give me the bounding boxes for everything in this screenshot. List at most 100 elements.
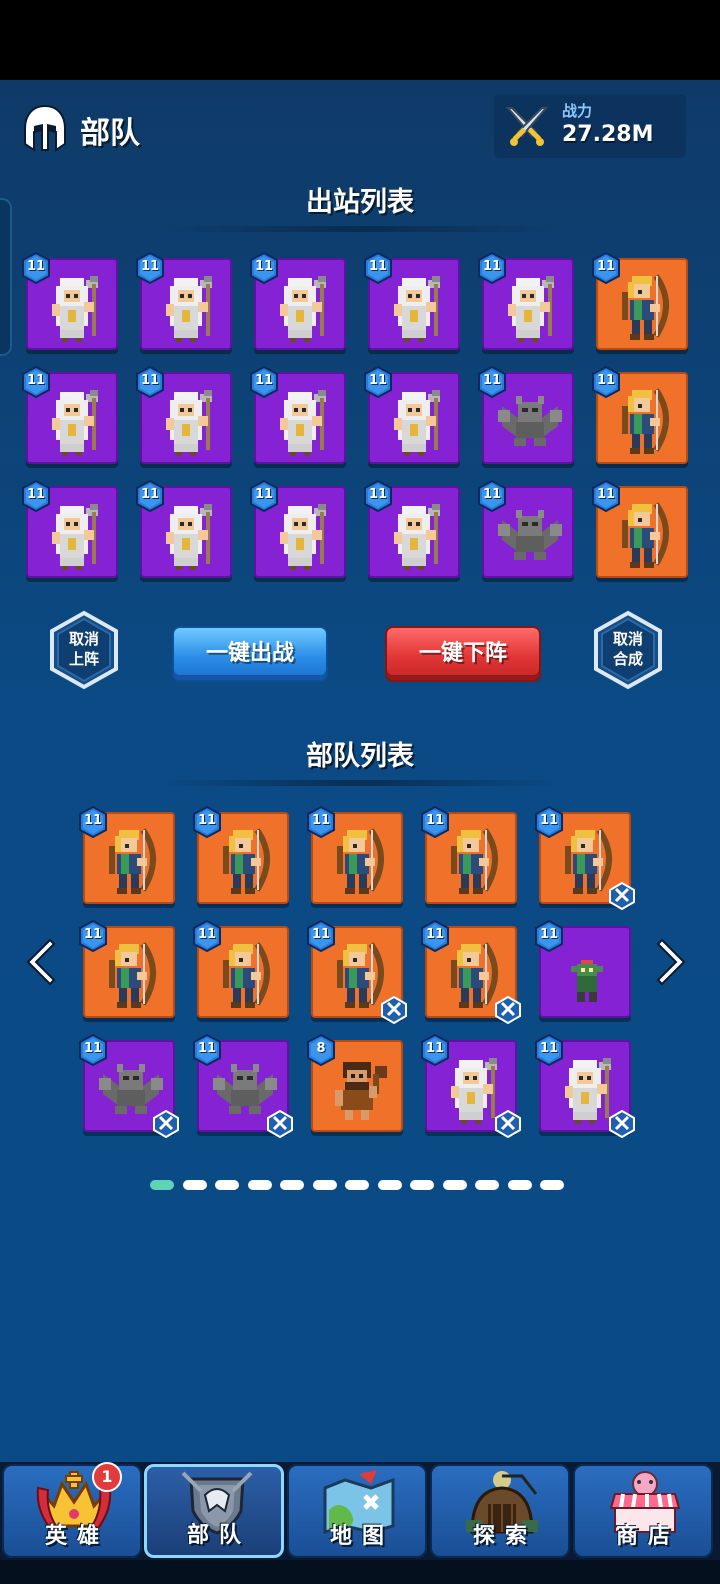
level-value: 11 — [197, 1041, 217, 1056]
level-badge: 11 — [307, 806, 335, 838]
deploy-unit-card[interactable]: 11 — [592, 252, 688, 350]
cancel-deploy-line2: 上阵 — [68, 650, 99, 668]
priest-icon — [52, 504, 98, 570]
deploy-unit-card[interactable]: 11 — [22, 252, 118, 350]
level-badge: 11 — [478, 366, 506, 398]
page-dot[interactable] — [182, 1180, 207, 1190]
army-unit-card[interactable]: 11 — [421, 806, 517, 904]
cancel-merge-line2: 合成 — [612, 650, 643, 668]
level-value: 11 — [26, 487, 46, 502]
priest-icon — [166, 390, 212, 456]
army-unit-card[interactable]: 11 — [193, 806, 289, 904]
level-value: 11 — [197, 927, 217, 942]
page-dot[interactable] — [215, 1180, 239, 1190]
page-dot[interactable] — [312, 1180, 337, 1190]
priest-icon — [394, 276, 440, 342]
deploy-unit-card[interactable]: 11 — [22, 480, 118, 578]
level-value: 11 — [368, 259, 388, 274]
page-dot[interactable] — [377, 1180, 402, 1190]
deploy-unit-card[interactable]: 11 — [250, 366, 346, 464]
nav-map-label: 地图 — [329, 1524, 394, 1549]
deploy-all-button[interactable]: 一键出战 — [172, 626, 328, 682]
deploy-unit-card[interactable]: 11 — [136, 366, 232, 464]
undeploy-all-button[interactable]: 一键下阵 — [385, 626, 541, 682]
level-value: 11 — [26, 373, 46, 388]
page-dot[interactable] — [150, 1180, 174, 1190]
deploy-unit-card[interactable]: 11 — [592, 480, 688, 578]
combat-power-label: 战力 — [562, 102, 593, 120]
level-badge: 11 — [22, 366, 50, 398]
level-value: 11 — [539, 1041, 559, 1056]
archer-icon — [622, 388, 669, 454]
deploy-unit-card[interactable]: 11 — [136, 252, 232, 350]
army-list-title: 部队列表 — [306, 741, 414, 772]
cancel-merge-line1: 取消 — [612, 630, 643, 648]
army-unit-card[interactable]: 11 — [535, 806, 635, 910]
priest-icon — [52, 276, 98, 342]
army-unit-card[interactable]: 11 — [193, 1034, 293, 1138]
deploy-unit-card[interactable]: 11 — [478, 366, 574, 464]
page-dot[interactable] — [507, 1180, 532, 1190]
page-dot[interactable] — [442, 1180, 467, 1190]
level-badge: 11 — [535, 1034, 563, 1066]
deploy-unit-card[interactable]: 11 — [22, 366, 118, 464]
army-unit-card[interactable]: 11 — [421, 1034, 521, 1138]
priest-icon — [52, 390, 98, 456]
level-badge: 11 — [364, 366, 392, 398]
level-badge: 11 — [79, 806, 107, 838]
deploy-unit-card[interactable]: 11 — [250, 480, 346, 578]
archer-icon — [451, 828, 498, 894]
deploy-unit-card[interactable]: 11 — [592, 366, 688, 464]
level-badge: 11 — [535, 920, 563, 952]
level-badge: 11 — [193, 1034, 221, 1066]
army-unit-card[interactable]: 11 — [79, 806, 175, 904]
prev-page-arrow-icon[interactable] — [22, 936, 56, 988]
level-badge: 11 — [22, 480, 50, 512]
nav-army-tab[interactable]: 部队 — [144, 1464, 284, 1558]
deploy-unit-card[interactable]: 11 — [478, 480, 574, 578]
page-dot[interactable] — [540, 1180, 564, 1190]
nav-map-tab[interactable]: 地图 — [287, 1464, 427, 1558]
side-drawer-tab[interactable] — [0, 198, 12, 356]
deploy-unit-card[interactable]: 11 — [478, 252, 574, 350]
page-dot[interactable] — [410, 1180, 434, 1190]
priest-icon — [394, 504, 440, 570]
army-unit-card[interactable]: 11 — [535, 1034, 635, 1138]
system-nav-strip — [0, 1560, 720, 1584]
cancel-merge-button[interactable]: 取消 合成 — [592, 610, 664, 690]
deploy-unit-card[interactable]: 11 — [250, 252, 346, 350]
nav-shop-tab[interactable]: 商店 — [573, 1464, 713, 1558]
nav-explore-tab[interactable]: 探索 — [430, 1464, 570, 1558]
level-value: 11 — [83, 813, 103, 828]
army-unit-card[interactable]: 8 — [307, 1034, 403, 1132]
priest-icon — [280, 504, 326, 570]
level-value: 11 — [311, 813, 331, 828]
next-page-arrow-icon[interactable] — [656, 936, 690, 988]
level-value: 11 — [596, 259, 616, 274]
page-dot[interactable] — [280, 1180, 304, 1190]
cancel-deploy-button[interactable]: 取消 上阵 — [48, 610, 120, 690]
deploy-unit-card[interactable]: 11 — [364, 252, 460, 350]
deploy-unit-card[interactable]: 11 — [136, 480, 232, 578]
status-bar — [0, 0, 720, 80]
nav-heroes-tab[interactable]: 1 英雄 — [2, 1462, 142, 1558]
level-badge: 11 — [79, 1034, 107, 1066]
deploy-unit-card[interactable]: 11 — [364, 480, 460, 578]
army-unit-card[interactable]: 11 — [79, 1034, 179, 1138]
army-unit-card[interactable]: 11 — [307, 806, 403, 904]
level-badge: 8 — [307, 1034, 335, 1066]
army-unit-card[interactable]: 11 — [193, 920, 289, 1018]
deploy-unit-card[interactable]: 11 — [364, 366, 460, 464]
army-unit-card[interactable]: 11 — [307, 920, 407, 1024]
army-unit-card[interactable]: 11 — [79, 920, 175, 1018]
level-value: 11 — [596, 373, 616, 388]
page-dot[interactable] — [345, 1180, 369, 1190]
army-unit-card[interactable]: 11 — [421, 920, 521, 1024]
page-dot[interactable] — [475, 1180, 499, 1190]
page-title: 部队 — [80, 116, 140, 151]
army-unit-card[interactable]: 11 — [535, 920, 631, 1018]
nav-heroes-label: 英雄 — [44, 1524, 109, 1549]
page-dot[interactable] — [247, 1180, 272, 1190]
level-value: 11 — [197, 813, 217, 828]
level-badge: 11 — [592, 480, 620, 512]
